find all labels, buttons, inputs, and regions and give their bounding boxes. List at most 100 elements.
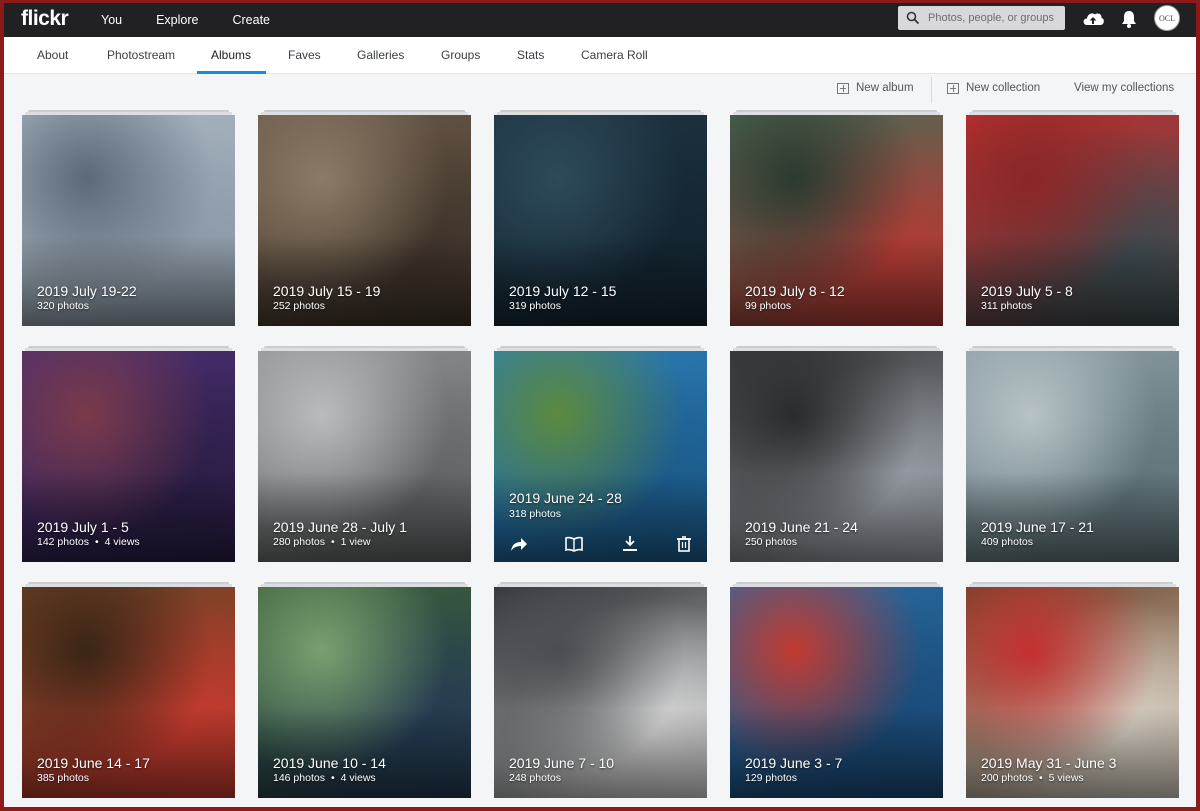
album-title: 2019 June 24 - 28 [509,490,622,506]
album-meta: 280 photos • 1 view [273,536,370,548]
album-tile[interactable]: 2019 June 28 - July 1 280 photos • 1 view [258,346,471,562]
album-cover-image[interactable]: 2019 July 8 - 12 99 photos [730,115,943,326]
new-album-button[interactable]: New album [837,82,914,94]
cover-gradient-overlay [22,236,235,326]
tab-groups[interactable]: Groups [441,37,480,74]
tab-galleries[interactable]: Galleries [357,37,404,74]
album-photo-count: 252 photos [273,300,325,312]
album-title: 2019 June 21 - 24 [745,519,858,535]
album-tile[interactable]: 2019 May 31 - June 3 200 photos • 5 views [966,582,1179,798]
album-tile[interactable]: 2019 July 5 - 8 311 photos [966,110,1179,326]
album-cover-image[interactable]: 2019 July 1 - 5 142 photos • 4 views [22,351,235,562]
nav-you[interactable]: You [101,13,122,27]
download-icon[interactable] [620,535,640,553]
album-cover-image[interactable]: 2019 June 7 - 10 248 photos [494,587,707,798]
album-title: 2019 June 17 - 21 [981,519,1094,535]
album-tile[interactable]: 2019 July 1 - 5 142 photos • 4 views [22,346,235,562]
album-tile[interactable]: 2019 June 10 - 14 146 photos • 4 views [258,582,471,798]
album-cover-image[interactable]: 2019 July 12 - 15 319 photos [494,115,707,326]
cover-gradient-overlay [258,236,471,326]
search-input[interactable] [928,12,1058,24]
tab-camera-roll[interactable]: Camera Roll [581,37,648,74]
search-icon[interactable] [898,6,928,30]
album-meta: 129 photos [745,772,797,784]
album-cover-image[interactable]: 2019 June 3 - 7 129 photos [730,587,943,798]
cover-gradient-overlay [730,236,943,326]
active-tab-indicator [197,71,266,74]
album-cover-image[interactable]: 2019 July 19-22 320 photos [22,115,235,326]
album-hover-actions [494,528,707,562]
share-icon[interactable] [509,535,529,553]
album-tile[interactable]: 2019 July 12 - 15 319 photos [494,110,707,326]
meta-separator: • [94,536,99,548]
album-tile[interactable]: 2019 July 15 - 19 252 photos [258,110,471,326]
cover-gradient-overlay [22,472,235,562]
tab-photostream[interactable]: Photostream [107,37,175,74]
album-tile[interactable]: 2019 July 8 - 12 99 photos [730,110,943,326]
tab-faves[interactable]: Faves [288,37,321,74]
album-photo-count: 200 photos [981,772,1033,784]
album-cover-image[interactable]: 2019 June 21 - 24 250 photos [730,351,943,562]
album-cover-image[interactable]: 2019 June 10 - 14 146 photos • 4 views [258,587,471,798]
album-meta: 142 photos • 4 views [37,536,140,548]
album-tile[interactable]: 2019 June 7 - 10 248 photos [494,582,707,798]
album-cover-image[interactable]: 2019 June 14 - 17 385 photos [22,587,235,798]
cover-gradient-overlay [966,708,1179,798]
new-collection-button[interactable]: New collection [947,82,1040,94]
global-header: flickr You Explore Create OCL [4,3,1196,37]
album-cover-image[interactable]: 2019 June 28 - July 1 280 photos • 1 view [258,351,471,562]
album-cover-image[interactable]: 2019 June 24 - 28 318 photos [494,351,707,562]
meta-separator: • [330,536,335,548]
tab-about[interactable]: About [37,37,68,74]
album-meta: 385 photos [37,772,89,784]
album-title: 2019 July 19-22 [37,283,137,299]
album-cover-image[interactable]: 2019 July 5 - 8 311 photos [966,115,1179,326]
album-meta: 250 photos [745,536,797,548]
album-photo-count: 99 photos [745,300,792,312]
album-meta: 311 photos [981,300,1032,312]
open-book-icon[interactable] [564,535,584,553]
view-collections-link[interactable]: View my collections [1074,82,1174,94]
cover-gradient-overlay [494,708,707,798]
search-box[interactable] [898,6,1065,30]
album-photo-count: 129 photos [745,772,797,784]
upload-cloud-icon[interactable] [1081,8,1105,30]
cover-gradient-overlay [730,472,943,562]
album-title: 2019 July 12 - 15 [509,283,617,299]
album-photo-count: 318 photos [509,508,561,520]
album-title: 2019 June 10 - 14 [273,755,386,771]
album-photo-count: 320 photos [37,300,89,312]
album-title: 2019 June 7 - 10 [509,755,615,771]
tab-stats[interactable]: Stats [517,37,544,74]
cover-gradient-overlay [258,472,471,562]
album-tile[interactable]: 2019 June 17 - 21 409 photos [966,346,1179,562]
album-cover-image[interactable]: 2019 July 15 - 19 252 photos [258,115,471,326]
divider [931,77,932,103]
avatar[interactable]: OCL [1154,5,1180,31]
album-tile[interactable]: 2019 June 3 - 7 129 photos [730,582,943,798]
tab-albums[interactable]: Albums [211,37,251,74]
new-album-label: New album [856,82,914,94]
album-photo-count: 409 photos [981,536,1033,548]
nav-explore[interactable]: Explore [156,13,198,27]
album-cover-image[interactable]: 2019 May 31 - June 3 200 photos • 5 views [966,587,1179,798]
album-photo-count: 142 photos [37,536,89,548]
trash-icon[interactable] [674,535,694,553]
album-tile[interactable]: 2019 June 21 - 24 250 photos [730,346,943,562]
album-meta: 248 photos [509,772,561,784]
cover-gradient-overlay [494,236,707,326]
album-tile[interactable]: 2019 June 24 - 28 318 photos [494,346,707,562]
album-tile[interactable]: 2019 June 14 - 17 385 photos [22,582,235,798]
album-meta: 409 photos [981,536,1033,548]
flickr-logo[interactable]: flickr [21,7,69,31]
meta-separator: • [330,772,335,784]
nav-create[interactable]: Create [232,13,270,27]
album-photo-count: 311 photos [981,300,1033,312]
global-nav: You Explore Create [101,3,304,37]
cover-gradient-overlay [966,472,1179,562]
album-photo-count: 280 photos [273,536,325,548]
notifications-bell-icon[interactable] [1120,9,1138,29]
album-tile[interactable]: 2019 July 19-22 320 photos [22,110,235,326]
album-cover-image[interactable]: 2019 June 17 - 21 409 photos [966,351,1179,562]
cover-gradient-overlay [258,708,471,798]
